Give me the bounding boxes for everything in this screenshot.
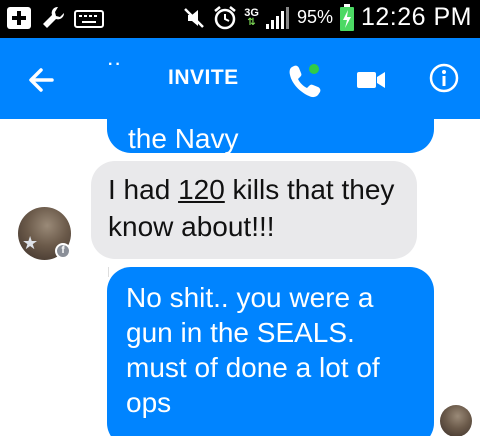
message-text: the Navy: [128, 123, 239, 153]
outgoing-message-bubble[interactable]: No shit.. you were a gun in the SEALS. m…: [107, 267, 434, 436]
outgoing-message-bubble[interactable]: the Navy: [107, 119, 434, 153]
conversation-title[interactable]: INVITE: [168, 66, 239, 90]
wrench-icon: [43, 6, 65, 28]
info-icon[interactable]: [428, 62, 460, 94]
notification-icons: [6, 5, 104, 31]
message-text: No shit.. you were a gun in the SEALS. m…: [126, 282, 380, 418]
facebook-badge-icon: f: [55, 243, 71, 259]
clock: 12:26 PM: [360, 3, 472, 31]
app-header: ·· INVITE: [0, 38, 480, 119]
keyboard-icon: [74, 10, 104, 28]
star-icon: ★: [22, 233, 39, 253]
message-text-start: I had: [108, 174, 179, 205]
status-bar: 3G ⇅ 95% 12:26 PM: [0, 0, 480, 38]
message-divider: [108, 267, 109, 277]
add-icon: [7, 7, 31, 29]
read-receipt-avatar: [440, 405, 472, 436]
ellipsis-label: ··: [108, 56, 123, 73]
detected-number-link[interactable]: 120: [178, 174, 225, 205]
message-thread[interactable]: the Navy I had 120 kills that they know …: [0, 119, 480, 436]
incoming-message-bubble[interactable]: I had 120 kills that they know about!!!: [91, 161, 417, 259]
mute-icon: [184, 7, 205, 28]
alarm-icon: [214, 5, 237, 29]
data-arrows-icon: ⇅: [247, 16, 256, 28]
video-call-icon[interactable]: [355, 65, 387, 95]
battery-charging-icon: [339, 3, 354, 31]
signal-icon: [265, 6, 289, 29]
back-arrow-icon[interactable]: [22, 60, 62, 100]
phone-call-icon[interactable]: [286, 62, 322, 98]
network-indicator: 3G ⇅: [244, 6, 259, 28]
network-type-label: 3G: [244, 6, 259, 19]
system-icons: 3G ⇅ 95% 12:26 PM: [182, 3, 472, 32]
battery-percent: 95%: [296, 7, 333, 27]
